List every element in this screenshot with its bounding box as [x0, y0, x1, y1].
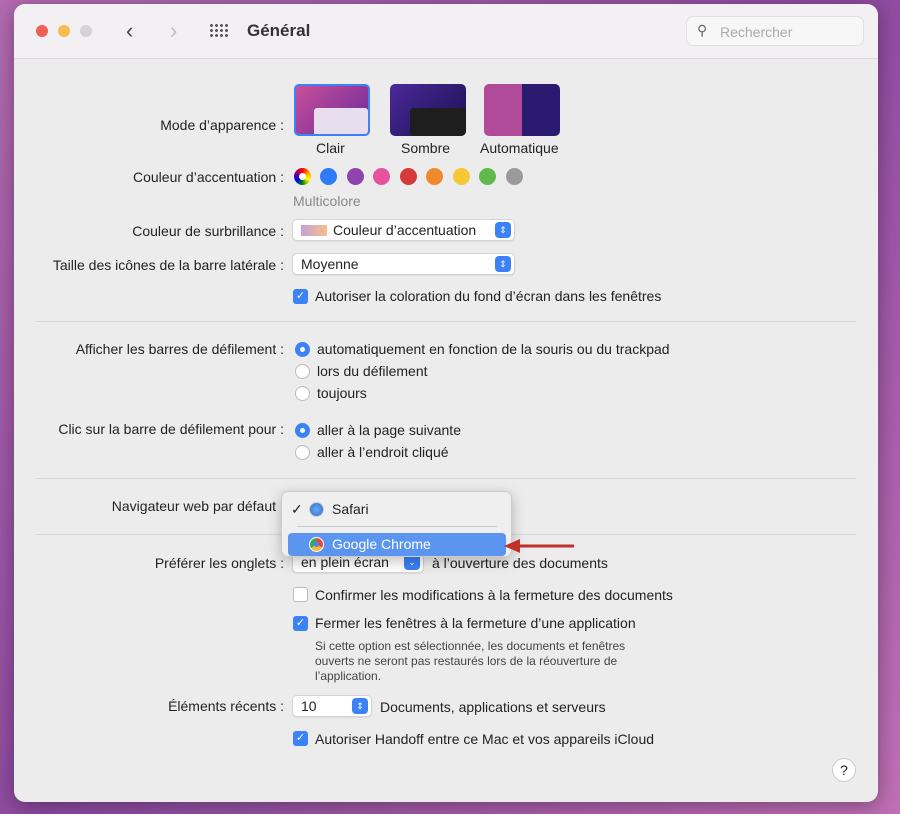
- stepper-icon: ⇕: [352, 698, 368, 714]
- stepper-icon: ⇕: [495, 256, 511, 272]
- arrow-head: [504, 539, 520, 553]
- accent-blue[interactable]: [320, 168, 337, 185]
- sidebar-icons-value: Moyenne: [301, 256, 359, 272]
- arrow-annotation: [504, 539, 574, 553]
- title-bar: ‹ › Général ⚲ Rechercher: [14, 4, 878, 59]
- forward-icon[interactable]: ›: [170, 18, 177, 44]
- search-placeholder: Rechercher: [720, 24, 793, 40]
- accent-green[interactable]: [479, 168, 496, 185]
- search-icon: ⚲: [697, 22, 708, 38]
- menu-separator: [297, 526, 497, 527]
- scroll-click-spot-radio[interactable]: [295, 445, 310, 460]
- minimize-button[interactable]: [58, 25, 70, 37]
- close-windows-help: l’application.: [315, 669, 382, 683]
- search-input[interactable]: ⚲ Rechercher: [686, 16, 864, 46]
- checkmark-icon: ✓: [291, 501, 303, 517]
- appearance-dark[interactable]: [390, 84, 466, 136]
- scrollbars-scrolling-label: lors du défilement: [317, 363, 428, 379]
- scroll-click-next-page-label: aller à la page suivante: [317, 422, 461, 438]
- browser-label: Navigateur web par défaut: [111, 498, 276, 514]
- accent-orange[interactable]: [426, 168, 443, 185]
- accent-graphite[interactable]: [506, 168, 523, 185]
- menu-item-google-chrome[interactable]: Google Chrome: [288, 533, 506, 556]
- divider: [36, 321, 856, 322]
- menu-item-safari[interactable]: Safari: [332, 501, 369, 517]
- menu-item-label: Google Chrome: [332, 536, 431, 552]
- zoom-button[interactable]: [80, 25, 92, 37]
- appearance-light-label: Clair: [316, 140, 345, 156]
- highlight-label: Couleur de surbrillance :: [132, 223, 284, 239]
- wallpaper-tint-checkbox[interactable]: ✓: [293, 289, 308, 304]
- appearance-light[interactable]: [294, 84, 370, 136]
- scrollbars-auto-label: automatiquement en fonction de la souris…: [317, 341, 670, 357]
- scrollbars-always-radio[interactable]: [295, 386, 310, 401]
- highlight-select[interactable]: Couleur d’accentuation ⇕: [292, 219, 515, 241]
- help-button[interactable]: ?: [832, 758, 856, 782]
- close-windows-checkbox[interactable]: ✓: [293, 616, 308, 631]
- confirm-changes-label: Confirmer les modifications à la fermetu…: [315, 587, 673, 603]
- accent-multicolor[interactable]: [294, 168, 311, 185]
- handoff-checkbox[interactable]: ✓: [293, 731, 308, 746]
- accent-pink[interactable]: [373, 168, 390, 185]
- sidebar-icons-label: Taille des icônes de la barre latérale :: [52, 257, 284, 273]
- divider: [36, 478, 856, 479]
- window-title: Général: [247, 21, 311, 40]
- scroll-click-spot-label: aller à l’endroit cliqué: [317, 444, 449, 460]
- scrollbars-auto-radio[interactable]: [295, 342, 310, 357]
- recent-label: Éléments récents :: [168, 698, 284, 714]
- highlight-value: Couleur d’accentuation: [333, 222, 477, 238]
- scrollbars-label: Afficher les barres de défilement :: [75, 341, 284, 357]
- accent-selected-label: Multicolore: [293, 193, 361, 209]
- close-windows-help: ouverts ne seront pas restaurés lors de …: [315, 654, 618, 668]
- scroll-click-label: Clic sur la barre de défilement pour :: [58, 421, 284, 437]
- appearance-label: Mode d’apparence :: [160, 117, 284, 133]
- wallpaper-tint-label: Autoriser la coloration du fond d’écran …: [315, 288, 662, 304]
- scrollbars-always-label: toujours: [317, 385, 367, 401]
- appearance-dark-label: Sombre: [401, 140, 451, 156]
- recent-select[interactable]: 10 ⇕: [292, 695, 372, 717]
- grid-icon[interactable]: [209, 23, 229, 39]
- recent-suffix: Documents, applications et serveurs: [380, 699, 606, 715]
- close-button[interactable]: [36, 25, 48, 37]
- accent-label: Couleur d’accentuation :: [133, 169, 284, 185]
- appearance-auto-label: Automatique: [480, 140, 559, 156]
- sidebar-icons-select[interactable]: Moyenne ⇕: [292, 253, 515, 275]
- highlight-swatch: [301, 225, 327, 236]
- scrollbars-scrolling-radio[interactable]: [295, 364, 310, 379]
- handoff-label: Autoriser Handoff entre ce Mac et vos ap…: [315, 731, 655, 747]
- accent-yellow[interactable]: [453, 168, 470, 185]
- stepper-icon: ⇕: [495, 222, 511, 238]
- recent-value: 10: [301, 698, 317, 714]
- close-windows-label: Fermer les fenêtres à la fermeture d’une…: [315, 615, 636, 631]
- accent-red[interactable]: [400, 168, 417, 185]
- close-windows-help: Si cette option est sélectionnée, les do…: [315, 639, 626, 653]
- chrome-icon: [309, 537, 324, 552]
- confirm-changes-checkbox[interactable]: [293, 587, 308, 602]
- tabs-suffix: à l’ouverture des documents: [432, 555, 608, 571]
- browser-menu: ✓ Safari Google Chrome: [281, 491, 512, 557]
- system-preferences-window: ‹ › Général ⚲ Rechercher Mode d’apparenc…: [14, 4, 878, 802]
- appearance-auto[interactable]: [484, 84, 560, 136]
- tabs-label: Préférer les onglets :: [154, 555, 284, 571]
- scroll-click-next-page-radio[interactable]: [295, 423, 310, 438]
- back-icon[interactable]: ‹: [126, 18, 133, 44]
- safari-icon: [309, 502, 324, 517]
- accent-purple[interactable]: [347, 168, 364, 185]
